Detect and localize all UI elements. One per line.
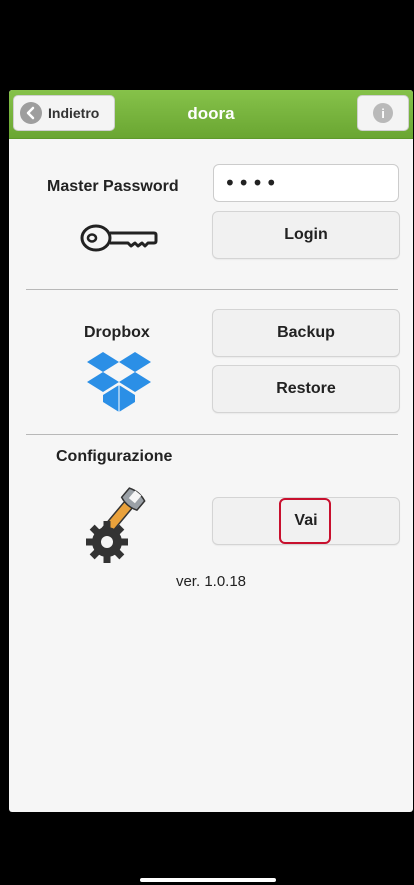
status-bar-area (0, 0, 414, 90)
app-window: Indietro doora i Master Password •••• Lo… (9, 90, 413, 812)
back-button[interactable]: Indietro (13, 95, 115, 131)
backup-button[interactable]: Backup (212, 309, 400, 357)
login-button[interactable]: Login (212, 211, 400, 259)
dropbox-label: Dropbox (84, 324, 150, 341)
restore-button[interactable]: Restore (212, 365, 400, 413)
bottom-bar-area (0, 812, 414, 885)
back-arrow-icon (20, 102, 42, 124)
settings-tools-icon (86, 487, 146, 563)
info-icon: i (373, 103, 393, 123)
title-bar: Indietro doora i (9, 90, 413, 139)
divider (26, 434, 398, 435)
version-label: ver. 1.0.18 (175, 573, 247, 590)
key-icon (80, 224, 158, 252)
back-button-label: Indietro (48, 105, 100, 121)
master-password-field[interactable]: •••• (213, 164, 399, 202)
configuration-label: Configurazione (56, 448, 173, 465)
dropbox-icon (87, 352, 151, 412)
info-button[interactable]: i (357, 95, 409, 131)
home-indicator[interactable] (140, 878, 276, 882)
divider (26, 289, 398, 290)
highlight-box (279, 498, 331, 544)
master-password-label: Master Password (47, 178, 179, 195)
